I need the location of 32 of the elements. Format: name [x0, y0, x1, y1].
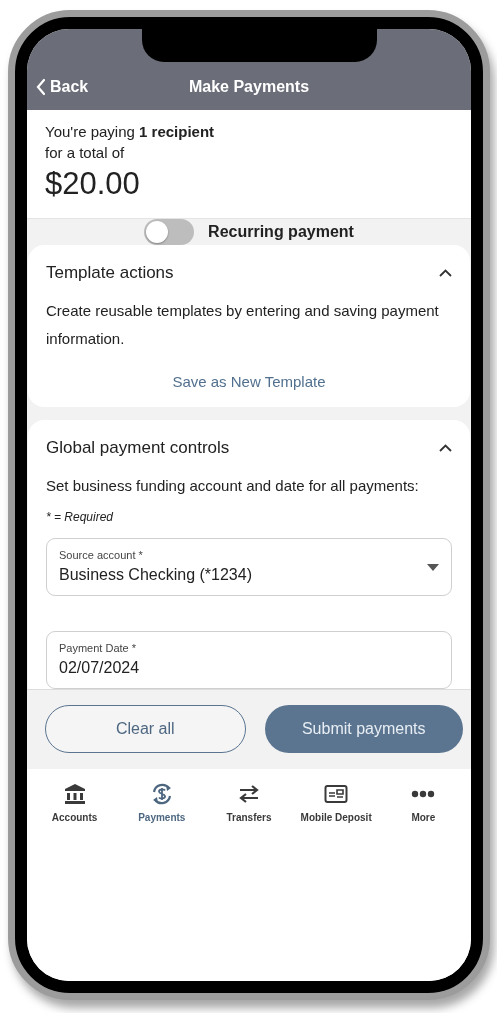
nav-tab[interactable]: More — [380, 779, 467, 823]
section-description: Set business funding account and date for all payments: — [46, 476, 420, 496]
required-note: * = Required — [46, 510, 115, 524]
nav-tab[interactable]: Accounts — [31, 779, 118, 823]
total-amount: $20.00 — [45, 165, 141, 203]
section-description: Create reusable templates by entering and saving payment information. — [46, 301, 440, 349]
back-button[interactable]: Back — [36, 78, 89, 96]
nav-tab[interactable]: Mobile Deposit — [293, 779, 380, 823]
chevron-up-icon — [439, 444, 452, 452]
account-dropdown[interactable]: Source account * Business Checking (*1234) — [46, 538, 452, 596]
chevron-up-icon — [439, 269, 452, 277]
bank-icon — [63, 783, 86, 805]
screen-title: Make Payments — [188, 78, 310, 95]
submit-button[interactable]: Submit payments — [264, 705, 463, 753]
nav-tab[interactable]: Payments — [118, 779, 205, 823]
section-title: Template actions — [46, 263, 174, 283]
dropdown-caret-icon — [427, 563, 439, 571]
recurring-toggle[interactable] — [144, 219, 195, 245]
section-title: Global payment controls — [46, 438, 230, 458]
total-caption: for a total of — [45, 143, 126, 163]
more-icon — [411, 790, 436, 798]
toggle-label: Recurring payment — [208, 223, 354, 241]
swap-arrows-icon — [237, 784, 260, 804]
chevron-left-icon — [36, 78, 46, 96]
collapse-toggle[interactable] — [439, 444, 452, 452]
clear-button[interactable]: Clear all — [45, 705, 246, 753]
check-card-icon — [324, 784, 349, 804]
date-field[interactable]: Payment Date * 02/07/2024 — [46, 631, 452, 689]
nav-tab[interactable]: Transfers — [205, 779, 292, 823]
collapse-toggle[interactable] — [439, 269, 452, 277]
recipient-summary: You're paying 1 recipient — [45, 122, 216, 142]
save-template-link[interactable]: Save as New Template — [172, 373, 326, 390]
